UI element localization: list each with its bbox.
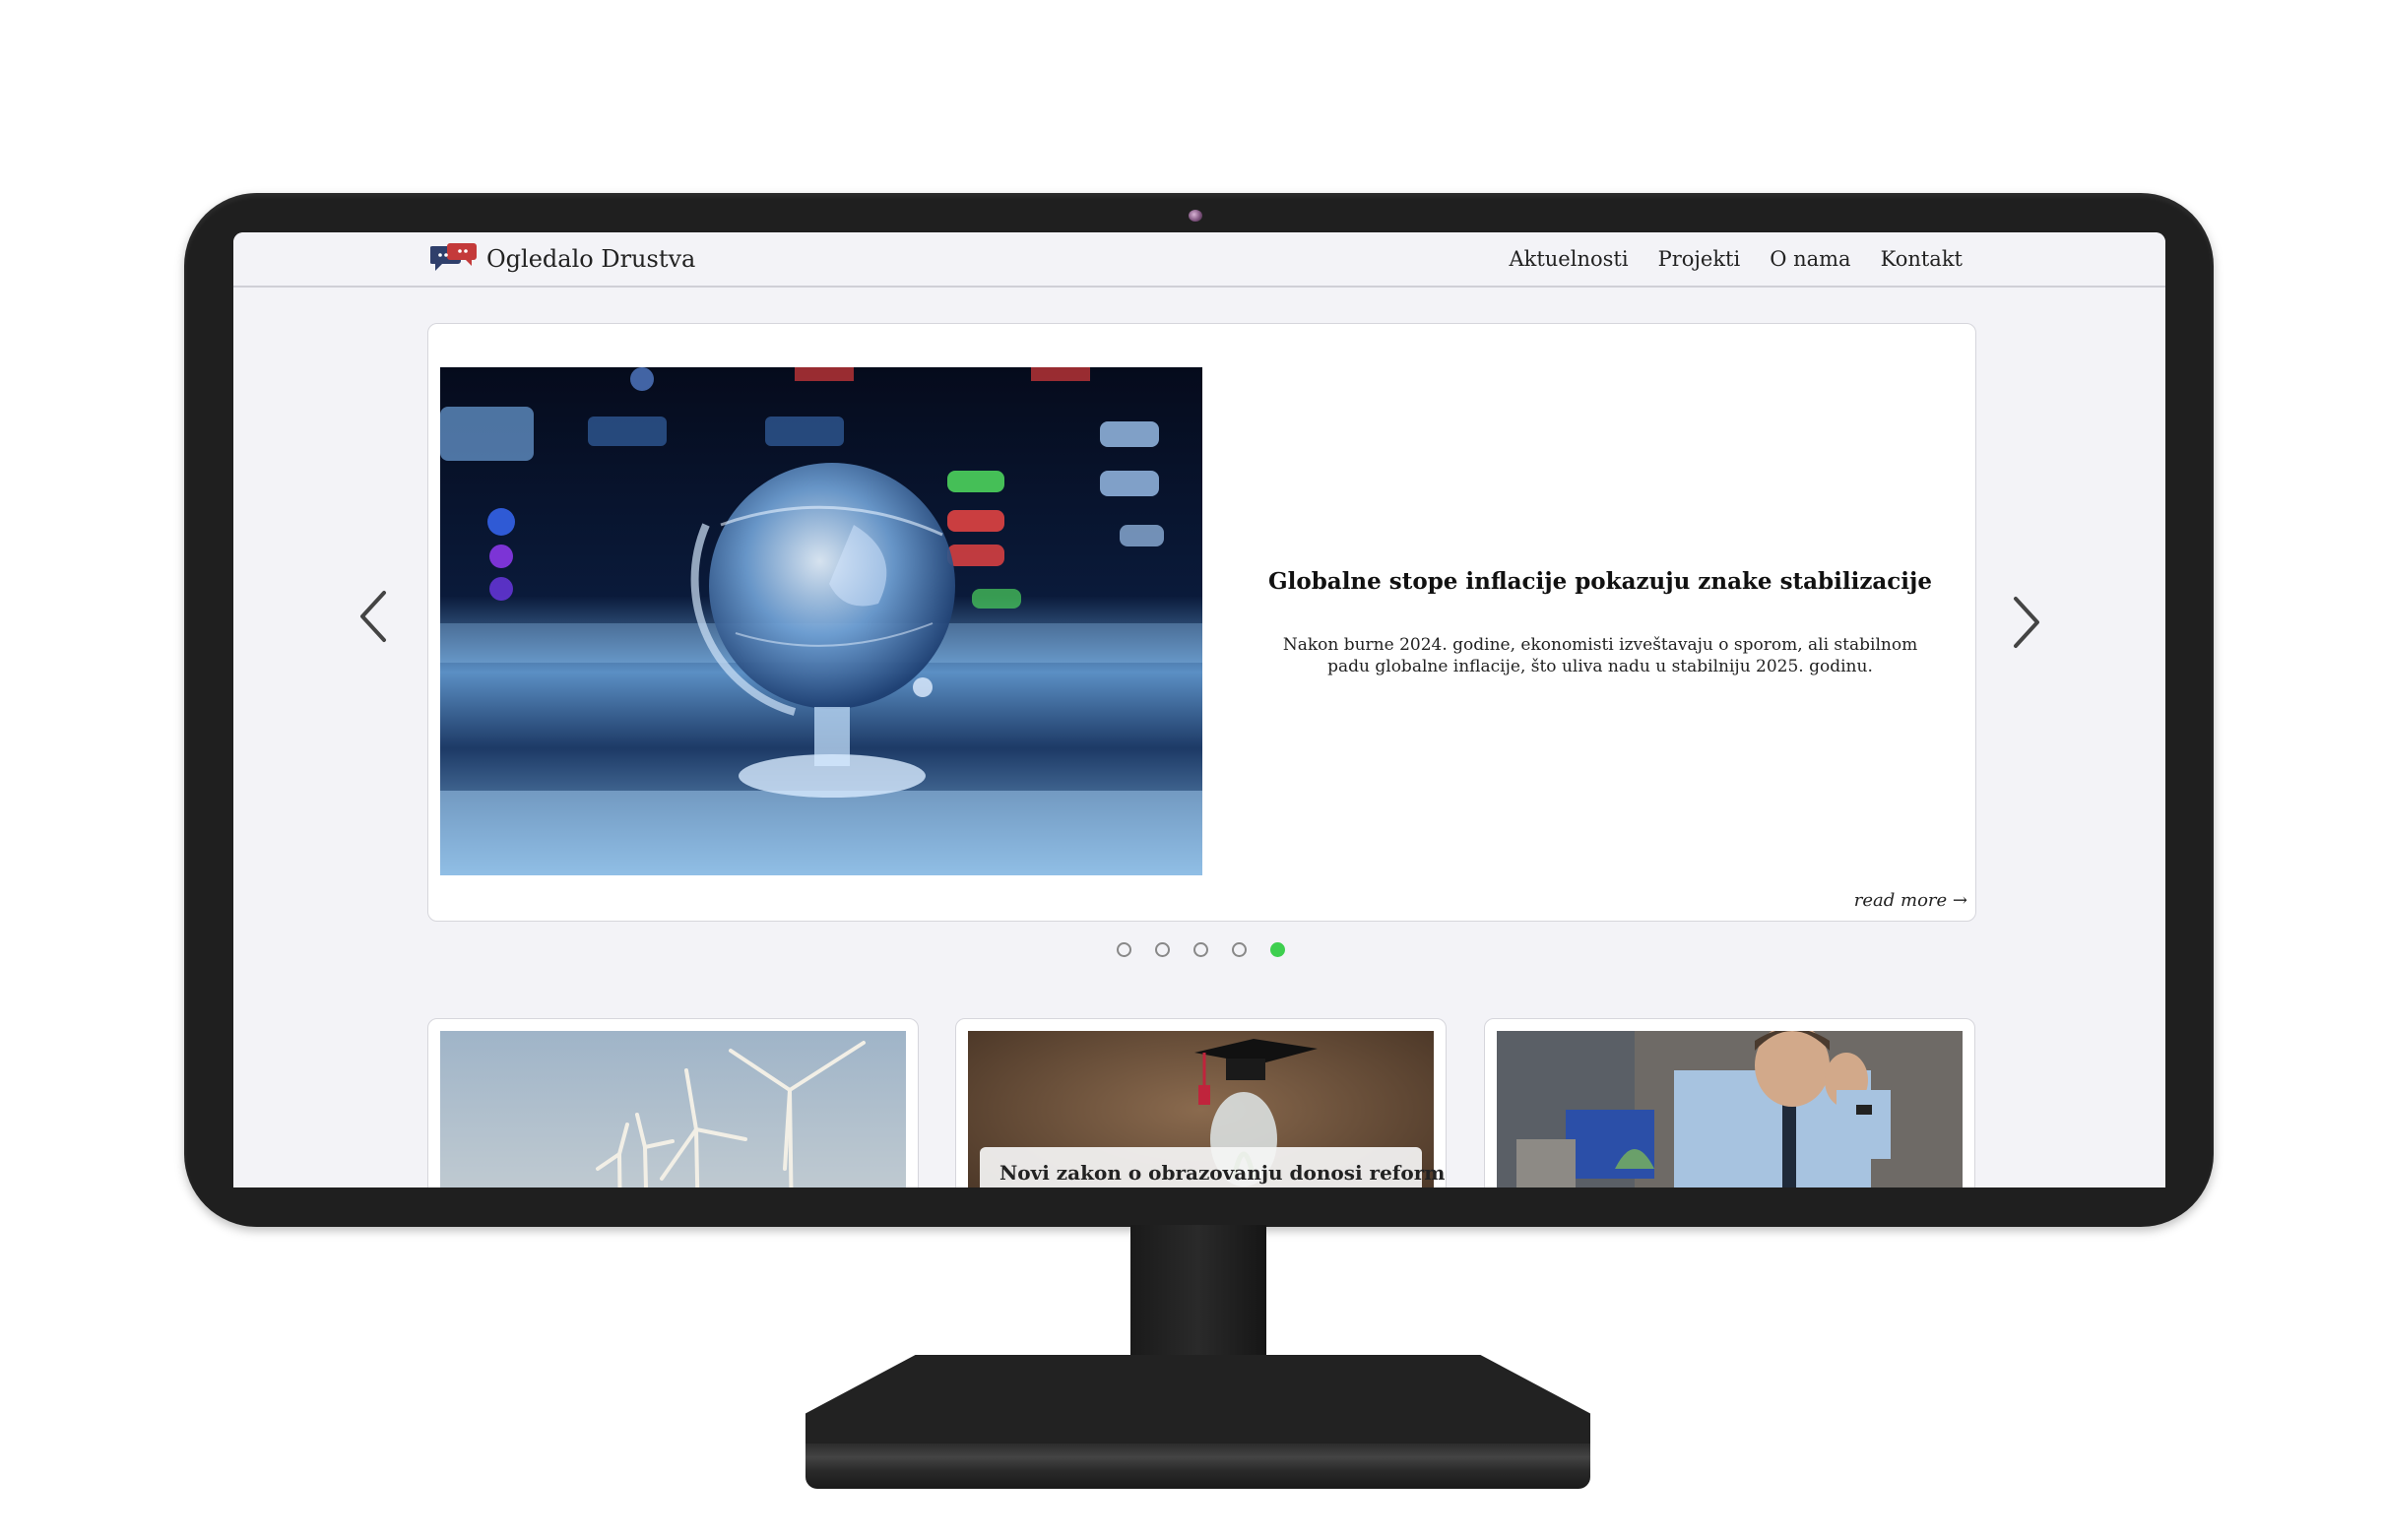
carousel-dot-3[interactable]: [1193, 942, 1208, 957]
article-card[interactable]: [1484, 1018, 1975, 1187]
top-navbar: Ogledalo Drustva Aktuelnosti Projekti O …: [233, 232, 2165, 288]
chevron-right-icon[interactable]: [2006, 593, 2045, 652]
main-menu: Aktuelnosti Projekti O nama Kontakt: [1509, 242, 1963, 276]
chevron-left-icon[interactable]: [356, 587, 396, 646]
card-image-wind-turbines[interactable]: [440, 1031, 906, 1187]
article-card[interactable]: Novi zakon o obrazovanju donosi reforme: [955, 1018, 1447, 1187]
carousel-dot-4[interactable]: [1232, 942, 1247, 957]
hero-text-block: Globalne stope inflacije pokazuju znake …: [1265, 324, 1935, 921]
read-more-link[interactable]: read more →: [1854, 890, 1967, 911]
nav-item-o-nama[interactable]: O nama: [1770, 242, 1850, 276]
webcam-icon: [1189, 210, 1202, 222]
speech-bubbles-logo-icon[interactable]: [430, 242, 478, 276]
hero-description: Nakon burne 2024. godine, ekonomisti izv…: [1282, 635, 1918, 676]
carousel-dot-1[interactable]: [1117, 942, 1131, 957]
article-card[interactable]: [427, 1018, 919, 1187]
nav-item-projekti[interactable]: Projekti: [1658, 242, 1741, 276]
brand-name[interactable]: Ogledalo Drustva: [486, 242, 695, 276]
monitor-base: [805, 1355, 1590, 1449]
nav-item-kontakt[interactable]: Kontakt: [1881, 242, 1963, 276]
hero-title[interactable]: Globalne stope inflacije pokazuju znake …: [1265, 568, 1935, 595]
hero-image[interactable]: [440, 367, 1202, 875]
carousel-indicators: [1117, 942, 1285, 957]
card-title-box: Novi zakon o obrazovanju donosi reforme: [980, 1147, 1446, 1187]
card-title[interactable]: Novi zakon o obrazovanju donosi reforme: [999, 1161, 1446, 1185]
featured-article-slide[interactable]: Globalne stope inflacije pokazuju znake …: [427, 323, 1976, 922]
nav-item-aktuelnosti[interactable]: Aktuelnosti: [1509, 242, 1628, 276]
monitor-base-edge: [805, 1444, 1590, 1489]
monitor-frame: Ogledalo Drustva Aktuelnosti Projekti O …: [184, 193, 2214, 1227]
carousel-dot-5-active[interactable]: [1270, 942, 1285, 957]
card-image-businessman[interactable]: [1497, 1031, 1963, 1187]
browser-viewport: Ogledalo Drustva Aktuelnosti Projekti O …: [233, 232, 2165, 1187]
carousel-dot-2[interactable]: [1155, 942, 1170, 957]
